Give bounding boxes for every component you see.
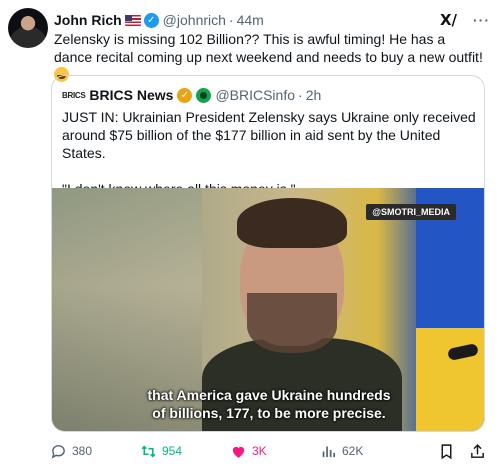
bookmark-icon[interactable] [438,443,455,460]
heart-icon [232,446,245,458]
caption-line: that America gave Ukraine hundreds [147,387,391,403]
tweet-actions: 380 954 3K 62K [50,440,486,462]
affiliate-badge-icon [196,87,212,103]
video-watermark: @SMOTRI_MEDIA [366,204,456,220]
reply-icon [51,444,65,459]
us-flag-icon [124,14,141,26]
action-right-group [438,443,486,460]
quote-paragraph: JUST IN: Ukrainian President Zelensky sa… [62,109,476,161]
share-icon[interactable] [469,443,486,460]
more-icon[interactable]: ··· [473,12,490,28]
quoted-tweet[interactable]: BRICS BRICS News ✓ @BRICSinfo · 2h JUST … [51,75,485,432]
quote-video[interactable]: @SMOTRI_MEDIA that America gave Ukraine … [52,188,484,431]
reply-count: 380 [72,444,93,458]
caption-line: of billions, 177, to be more precise. [152,405,386,421]
views-count: 62K [342,444,364,458]
like-button[interactable]: 3K [230,443,320,460]
quote-author-handle: @BRICSinfo [215,87,296,103]
tweet-header: John Rich ✓ @johnrich · 44m X/ ··· [54,10,490,30]
quote-header: BRICS BRICS News ✓ @BRICSinfo · 2h [62,86,321,104]
author-name[interactable]: John Rich [54,12,122,28]
speaker-beard [247,293,337,353]
quote-author-name: BRICS News [89,87,174,103]
brics-logo: BRICS [62,90,86,100]
repost-icon [141,444,156,458]
like-count: 3K [252,444,267,458]
separator-dot: · [298,87,303,103]
author-handle[interactable]: @johnrich [163,12,226,28]
author-avatar[interactable] [8,8,48,48]
gold-verified-icon: ✓ [177,87,193,103]
tweet-time[interactable]: 44m [237,12,264,28]
separator-dot: · [228,12,234,28]
repost-count: 954 [162,444,183,458]
verified-icon[interactable]: ✓ [143,12,159,28]
speaker-hair [237,198,347,248]
views-icon [322,446,336,457]
grok-icon[interactable]: X/ [440,11,457,29]
quote-text: JUST IN: Ukrainian President Zelensky sa… [62,108,476,198]
repost-button[interactable]: 954 [140,443,230,460]
views-button[interactable]: 62K [320,443,420,460]
tweet-body: Zelensky is missing 102 Billion?? This i… [54,31,483,65]
reply-button[interactable]: 380 [50,443,140,460]
video-caption: that America gave Ukraine hundreds of bi… [52,386,484,422]
quote-time: 2h [305,87,322,103]
